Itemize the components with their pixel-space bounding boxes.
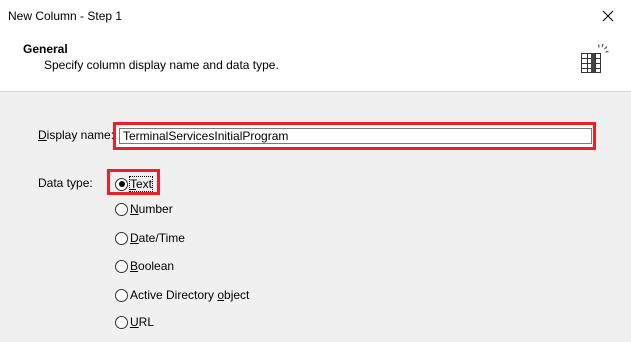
page-subtitle: Specify column display name and data typ… bbox=[44, 58, 279, 72]
radio-label-text: Text bbox=[128, 176, 154, 192]
radio-datetime[interactable]: Date/Time bbox=[115, 230, 185, 246]
radio-unselected-icon bbox=[115, 202, 128, 216]
display-name-field[interactable] bbox=[119, 128, 592, 144]
radio-label-url: URL bbox=[130, 315, 155, 329]
radio-ad-object[interactable]: Active Directory object bbox=[115, 287, 249, 303]
radio-label-boolean: Boolean bbox=[130, 259, 175, 273]
radio-unselected-icon bbox=[115, 259, 128, 273]
radio-selected-icon bbox=[115, 177, 128, 191]
page-title: General bbox=[23, 42, 68, 56]
radio-number[interactable]: Number bbox=[115, 201, 173, 217]
column-grid-icon bbox=[581, 43, 609, 73]
display-name-highlight bbox=[113, 122, 596, 150]
radio-unselected-icon bbox=[115, 288, 128, 302]
radio-label-number: Number bbox=[130, 202, 173, 216]
close-icon bbox=[602, 10, 614, 21]
radio-url[interactable]: URL bbox=[115, 314, 154, 330]
title-bar: New Column - Step 1 bbox=[0, 0, 631, 31]
window-title: New Column - Step 1 bbox=[8, 9, 123, 23]
radio-label-ad-object: Active Directory object bbox=[130, 288, 250, 302]
radio-unselected-icon bbox=[115, 315, 128, 329]
close-button[interactable] bbox=[585, 0, 631, 31]
display-name-label: Display name: bbox=[38, 128, 115, 142]
data-type-label: Data type: bbox=[38, 176, 93, 190]
radio-text[interactable]: Text bbox=[115, 176, 154, 192]
wizard-header: General Specify column display name and … bbox=[0, 31, 631, 92]
radio-boolean[interactable]: Boolean bbox=[115, 258, 174, 274]
radio-unselected-icon bbox=[115, 231, 128, 245]
radio-label-datetime: Date/Time bbox=[130, 231, 185, 245]
